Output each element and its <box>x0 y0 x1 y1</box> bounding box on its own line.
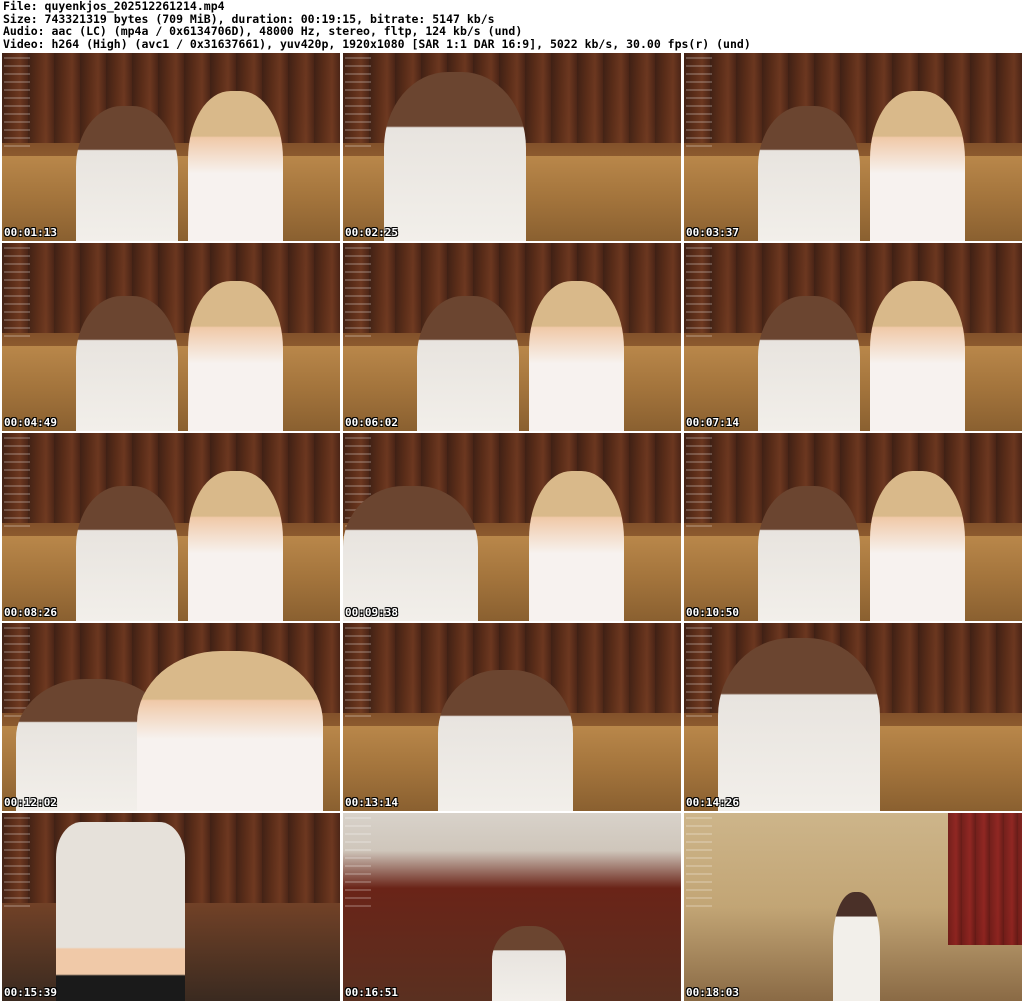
video-thumbnail: 00:13:14 <box>343 623 681 811</box>
timestamp-label: 00:06:02 <box>345 416 398 429</box>
file-name-line: File: quyenkjos_202512261214.mp4 <box>3 0 225 13</box>
timestamp-label: 00:14:26 <box>686 796 739 809</box>
timestamp-label: 00:08:26 <box>4 606 57 619</box>
video-thumbnail: 00:14:26 <box>684 623 1022 811</box>
timestamp-label: 00:01:13 <box>4 226 57 239</box>
video-thumbnail: 00:02:25 <box>343 53 681 241</box>
timestamp-label: 00:18:03 <box>686 986 739 999</box>
video-thumbnail: 00:10:50 <box>684 433 1022 621</box>
video-thumbnail: 00:06:02 <box>343 243 681 431</box>
timestamp-label: 00:04:49 <box>4 416 57 429</box>
timestamp-label: 00:02:25 <box>345 226 398 239</box>
timestamp-label: 00:16:51 <box>345 986 398 999</box>
timestamp-label: 00:15:39 <box>4 986 57 999</box>
video-info-line: Video: h264 (High) (avc1 / 0x31637661), … <box>3 36 751 51</box>
timestamp-label: 00:09:38 <box>345 606 398 619</box>
timestamp-label: 00:10:50 <box>686 606 739 619</box>
file-info-header: File: quyenkjos_202512261214.mp4 Size: 7… <box>3 0 1021 52</box>
timestamp-label: 00:13:14 <box>345 796 398 809</box>
timestamp-label: 00:03:37 <box>686 226 739 239</box>
video-thumbnail: 00:08:26 <box>2 433 340 621</box>
video-thumbnail: 00:03:37 <box>684 53 1022 241</box>
video-thumbnail: 00:04:49 <box>2 243 340 431</box>
video-thumbnail: 00:12:02 <box>2 623 340 811</box>
video-thumbnail: 00:15:39 <box>2 813 340 1001</box>
thumbnail-grid: 00:01:13 00:02:25 00:03:37 00:04:49 00:0… <box>2 53 1022 1001</box>
video-thumbnail: 00:16:51 <box>343 813 681 1001</box>
video-thumbnail: 00:09:38 <box>343 433 681 621</box>
timestamp-label: 00:12:02 <box>4 796 57 809</box>
video-thumbnail: 00:07:14 <box>684 243 1022 431</box>
audio-info-line: Audio: aac (LC) (mp4a / 0x6134706D), 480… <box>3 24 523 38</box>
timestamp-label: 00:07:14 <box>686 416 739 429</box>
video-thumbnail: 00:18:03 <box>684 813 1022 1001</box>
video-thumbnail: 00:01:13 <box>2 53 340 241</box>
